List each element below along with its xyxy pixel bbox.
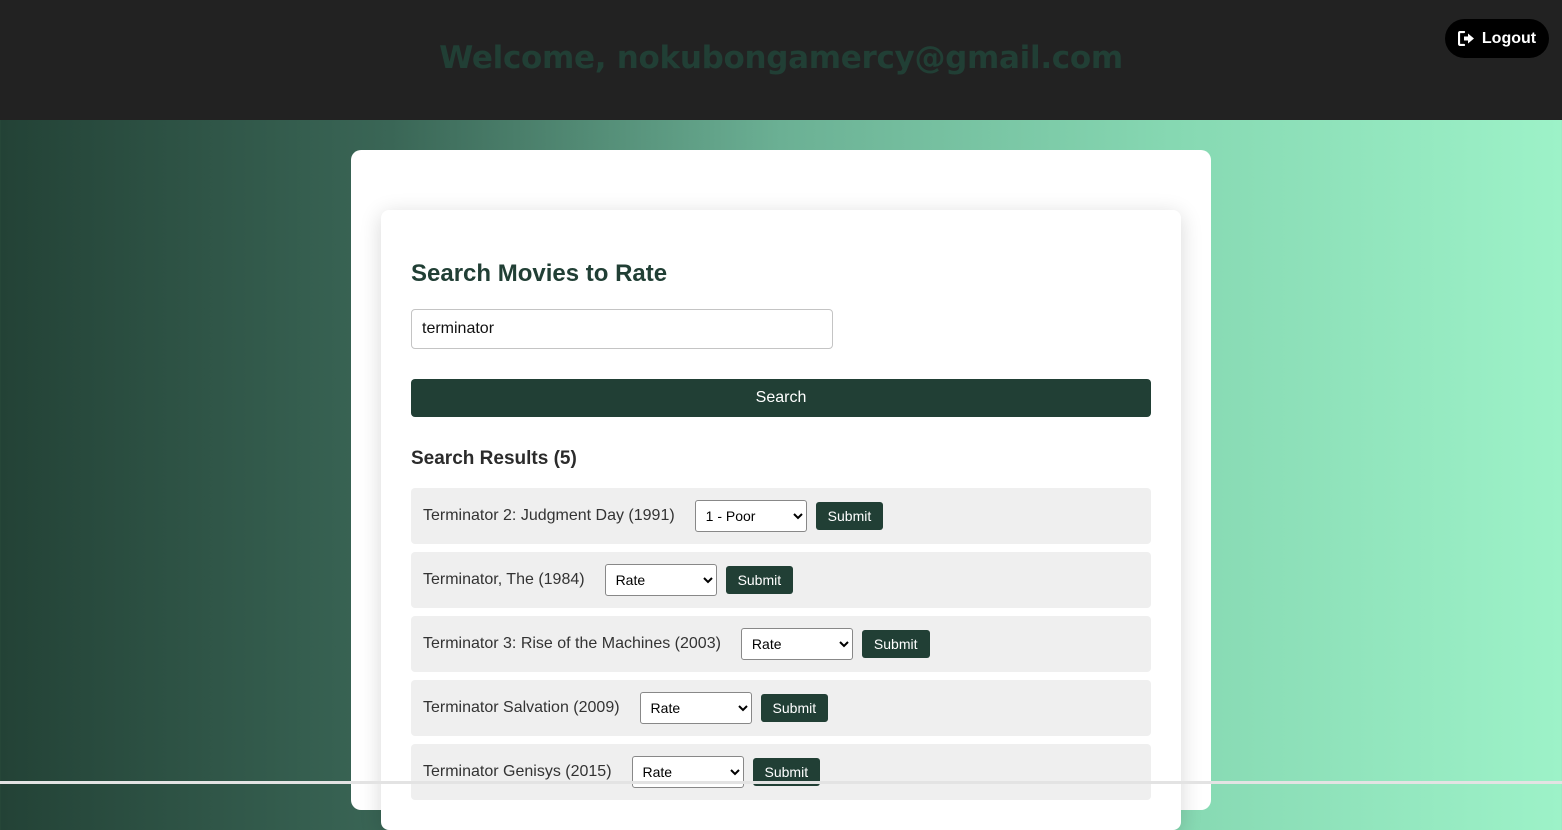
search-button[interactable]: Search bbox=[411, 379, 1151, 417]
submit-rating-button[interactable]: Submit bbox=[760, 694, 829, 722]
movie-title: Terminator Genisys (2015) bbox=[423, 763, 612, 780]
logout-icon bbox=[1457, 31, 1475, 46]
rating-select[interactable]: Rate bbox=[639, 692, 752, 724]
top-bar: Welcome, nokubongamercy@gmail.com Logout bbox=[0, 0, 1562, 120]
result-row: Terminator 2: Judgment Day (1991) 1 - Po… bbox=[411, 488, 1151, 544]
logout-button[interactable]: Logout bbox=[1445, 19, 1549, 58]
search-input[interactable] bbox=[411, 309, 833, 349]
search-panel: Search Movies to Rate Search Search Resu… bbox=[381, 210, 1181, 830]
rating-select[interactable]: Rate bbox=[740, 628, 853, 660]
movie-title: Terminator Salvation (2009) bbox=[423, 699, 620, 716]
movie-title: Terminator 2: Judgment Day (1991) bbox=[423, 507, 675, 524]
submit-rating-button[interactable]: Submit bbox=[725, 566, 794, 594]
movie-title: Terminator 3: Rise of the Machines (2003… bbox=[423, 635, 721, 652]
submit-rating-button[interactable]: Submit bbox=[861, 630, 930, 658]
welcome-text: Welcome, nokubongamercy@gmail.com bbox=[439, 40, 1123, 76]
results-list: Terminator 2: Judgment Day (1991) 1 - Po… bbox=[411, 488, 1151, 808]
submit-rating-button[interactable]: Submit bbox=[815, 502, 884, 530]
page-title: Search Movies to Rate bbox=[411, 260, 668, 287]
result-row: Terminator 3: Rise of the Machines (2003… bbox=[411, 616, 1151, 672]
rating-select[interactable]: Rate bbox=[604, 564, 717, 596]
movie-title: Terminator, The (1984) bbox=[423, 571, 585, 588]
results-heading: Search Results (5) bbox=[411, 448, 577, 469]
main-card: Search Movies to Rate Search Search Resu… bbox=[351, 150, 1211, 830]
rating-select[interactable]: 1 - Poor bbox=[694, 500, 807, 532]
result-row: Terminator, The (1984) Rate Submit bbox=[411, 552, 1151, 608]
result-row: Terminator Salvation (2009) Rate Submit bbox=[411, 680, 1151, 736]
logout-label: Logout bbox=[1481, 29, 1537, 47]
result-row: Terminator Genisys (2015) Rate Submit bbox=[411, 744, 1151, 800]
